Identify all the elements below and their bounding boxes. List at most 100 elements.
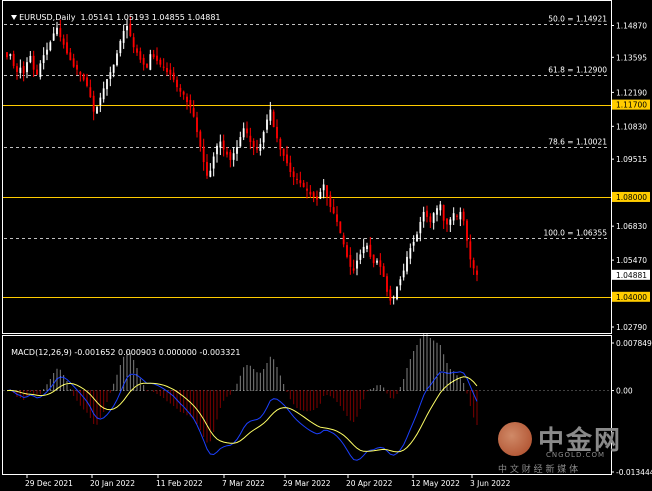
candle-bullish[interactable] [406, 256, 408, 272]
candle-bullish[interactable] [49, 42, 52, 51]
candle-bullish[interactable] [242, 128, 245, 138]
candle-bullish[interactable] [432, 213, 435, 223]
candle-bullish[interactable] [419, 221, 422, 234]
candle-bearish[interactable] [469, 241, 472, 260]
candle-bullish[interactable] [262, 132, 265, 143]
candle-bearish[interactable] [372, 254, 375, 264]
candle-bearish[interactable] [309, 191, 312, 195]
candle-bearish[interactable] [429, 216, 432, 222]
candle-bearish[interactable] [476, 270, 478, 275]
candle-bearish[interactable] [306, 188, 308, 191]
candle-bearish[interactable] [82, 74, 85, 80]
candle-bearish[interactable] [332, 207, 335, 214]
candle-bullish[interactable] [109, 72, 112, 79]
candle-bearish[interactable] [142, 57, 145, 65]
candle-bearish[interactable] [346, 245, 348, 257]
candle-bullish[interactable] [269, 109, 272, 121]
candle-bullish[interactable] [409, 248, 412, 259]
candle-bearish[interactable] [279, 138, 282, 150]
candle-bearish[interactable] [169, 69, 172, 75]
candle-bearish[interactable] [349, 254, 352, 267]
candle-bullish[interactable] [29, 55, 32, 63]
candle-bearish[interactable] [286, 154, 288, 164]
candle-bearish[interactable] [202, 146, 205, 163]
candle-bearish[interactable] [92, 95, 95, 112]
candle-bullish[interactable] [149, 54, 152, 70]
candle-bullish[interactable] [19, 67, 22, 74]
candle-bearish[interactable] [6, 52, 8, 58]
candle-bullish[interactable] [366, 245, 368, 250]
candle-bearish[interactable] [192, 108, 195, 117]
candle-bearish[interactable] [466, 220, 468, 241]
candle-bullish[interactable] [232, 153, 235, 160]
candle-bearish[interactable] [129, 23, 132, 36]
candle-bearish[interactable] [246, 128, 248, 134]
candle-bullish[interactable] [459, 211, 462, 220]
candle-bearish[interactable] [312, 192, 315, 197]
candle-bearish[interactable] [166, 68, 168, 73]
candle-bearish[interactable] [132, 37, 135, 48]
candle-bullish[interactable] [212, 156, 215, 169]
candle-bearish[interactable] [76, 64, 78, 70]
candle-bearish[interactable] [156, 55, 158, 61]
candle-bearish[interactable] [186, 96, 188, 103]
candle-bullish[interactable] [436, 208, 438, 215]
candle-bearish[interactable] [352, 268, 355, 271]
candle-bearish[interactable] [326, 185, 328, 197]
candle-bearish[interactable] [176, 79, 178, 88]
candle-bullish[interactable] [119, 40, 122, 54]
candle-bearish[interactable] [329, 195, 332, 207]
candle-bullish[interactable] [392, 296, 395, 299]
candle-bullish[interactable] [356, 260, 358, 269]
candle-bullish[interactable] [359, 254, 362, 260]
candle-bullish[interactable] [266, 119, 268, 130]
candle-bullish[interactable] [396, 286, 398, 300]
candle-bearish[interactable] [222, 140, 225, 150]
candle-bearish[interactable] [289, 162, 292, 173]
candle-bullish[interactable] [26, 62, 28, 73]
candle-bearish[interactable] [196, 117, 198, 133]
candle-bearish[interactable] [199, 131, 202, 148]
candle-bullish[interactable] [449, 219, 452, 225]
candle-bearish[interactable] [206, 161, 208, 176]
candle-bearish[interactable] [302, 182, 305, 187]
candle-bullish[interactable] [216, 145, 218, 155]
candle-bearish[interactable] [146, 63, 148, 68]
candle-bullish[interactable] [56, 27, 58, 35]
candle-bearish[interactable] [79, 71, 82, 75]
candle-bearish[interactable] [59, 28, 62, 38]
candle-bullish[interactable] [259, 144, 262, 151]
candle-bullish[interactable] [112, 64, 115, 73]
candle-bullish[interactable] [422, 211, 425, 222]
candle-bearish[interactable] [86, 77, 88, 86]
candle-bearish[interactable] [229, 152, 232, 161]
candle-bearish[interactable] [69, 52, 72, 61]
candle-bullish[interactable] [116, 53, 118, 66]
candle-bearish[interactable] [136, 48, 138, 53]
candle-bullish[interactable] [42, 55, 45, 63]
candle-bearish[interactable] [256, 147, 258, 150]
candle-bullish[interactable] [219, 141, 222, 148]
candle-bearish[interactable] [89, 87, 92, 98]
candle-bearish[interactable] [226, 151, 228, 155]
candle-bullish[interactable] [239, 137, 242, 147]
candle-bearish[interactable] [292, 171, 295, 177]
candle-bearish[interactable] [252, 140, 255, 148]
candle-bearish[interactable] [282, 148, 285, 156]
candle-bearish[interactable] [139, 51, 142, 60]
candle-bullish[interactable] [402, 270, 405, 278]
candle-bearish[interactable] [472, 260, 475, 269]
candle-bullish[interactable] [452, 213, 455, 221]
candle-bearish[interactable] [272, 111, 275, 128]
candle-bullish[interactable] [376, 260, 378, 263]
candle-bearish[interactable] [12, 53, 15, 66]
candle-bearish[interactable] [456, 215, 458, 217]
candle-bearish[interactable] [249, 135, 252, 143]
candle-bearish[interactable] [386, 276, 388, 292]
candle-bearish[interactable] [72, 58, 75, 67]
candle-bearish[interactable] [462, 211, 465, 221]
candle-bullish[interactable] [439, 204, 442, 211]
candle-bullish[interactable] [412, 241, 415, 246]
candle-bearish[interactable] [159, 59, 162, 65]
candle-bullish[interactable] [96, 107, 98, 114]
